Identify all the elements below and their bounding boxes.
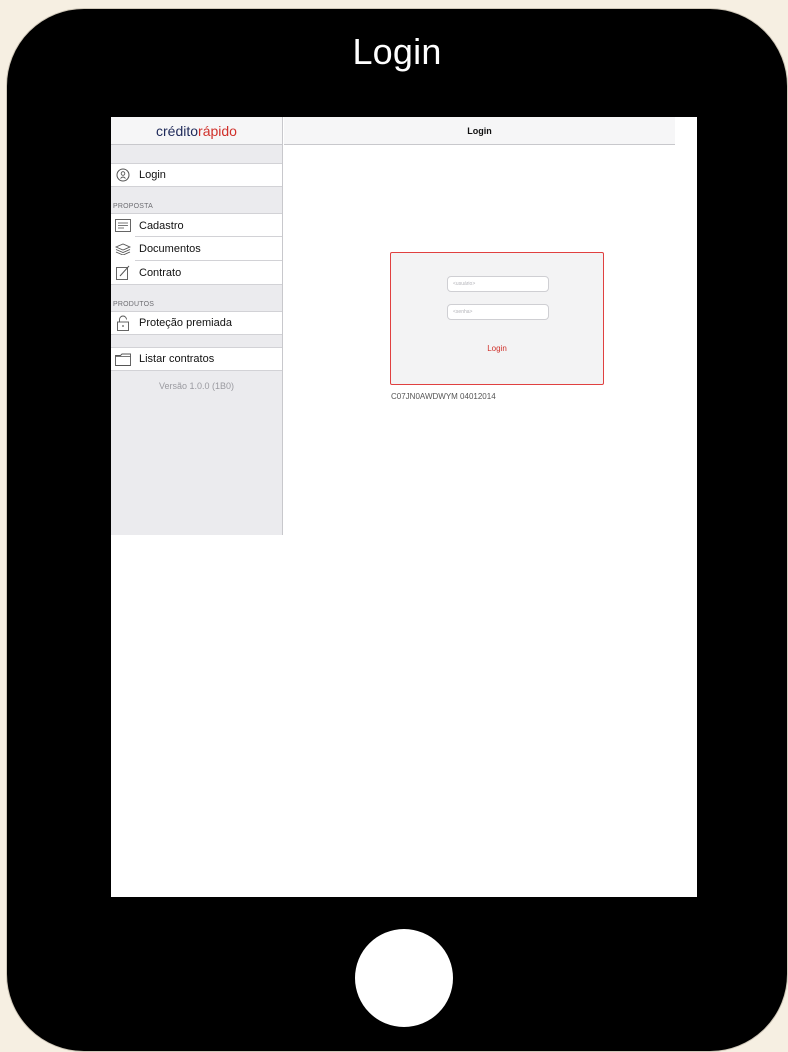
lock-icon [115, 315, 131, 331]
app-screen: crédito rápido Login PROPOSTA Cadastro D… [111, 117, 697, 897]
detail-title: Login [467, 125, 492, 136]
password-input[interactable]: <senha> [447, 304, 549, 320]
section-label-produtos: PRODUTOS [113, 301, 155, 308]
section-label-proposta: PROPOSTA [113, 203, 153, 210]
app-logo: crédito rápido [111, 117, 282, 145]
sidebar-item-documentos[interactable]: Documentos [111, 237, 282, 261]
sidebar: crédito rápido Login PROPOSTA Cadastro D… [111, 117, 283, 535]
sidebar-item-label: Proteção premiada [139, 317, 232, 329]
tablet-frame: Login crédito rápido Login PROPOSTA Cadas… [6, 8, 788, 1052]
sidebar-item-login[interactable]: Login [111, 163, 282, 187]
contract-edit-icon [115, 265, 131, 281]
device-title: Login [352, 31, 442, 72]
form-icon [115, 218, 131, 234]
sidebar-item-protecao-premiada[interactable]: Proteção premiada [111, 311, 282, 335]
login-button[interactable]: Login [391, 344, 603, 353]
username-input[interactable]: <usuário> [447, 276, 549, 292]
login-form: <usuário> <senha> Login [390, 252, 604, 385]
sidebar-item-label: Documentos [139, 243, 201, 255]
logo-part-rapido: rápido [198, 122, 237, 139]
home-button[interactable] [355, 929, 453, 1027]
device-serial: C07JN0AWDWYM 04012014 [391, 392, 496, 401]
app-version: Versão 1.0.0 (1B0) [158, 381, 235, 391]
logo-part-credito: crédito [156, 122, 199, 139]
sidebar-item-label: Listar contratos [139, 353, 215, 365]
user-circle-icon [115, 167, 131, 183]
folder-icon [115, 351, 131, 367]
sidebar-item-cadastro[interactable]: Cadastro [111, 213, 282, 237]
sidebar-item-label: Login [139, 169, 166, 181]
detail-nav-bar: Login [284, 117, 675, 145]
sidebar-item-label: Cadastro [139, 219, 184, 232]
documents-stack-icon [115, 241, 131, 257]
sidebar-item-listar-contratos[interactable]: Listar contratos [111, 347, 282, 371]
sidebar-item-contrato[interactable]: Contrato [111, 261, 282, 285]
sidebar-item-label: Contrato [139, 266, 182, 279]
